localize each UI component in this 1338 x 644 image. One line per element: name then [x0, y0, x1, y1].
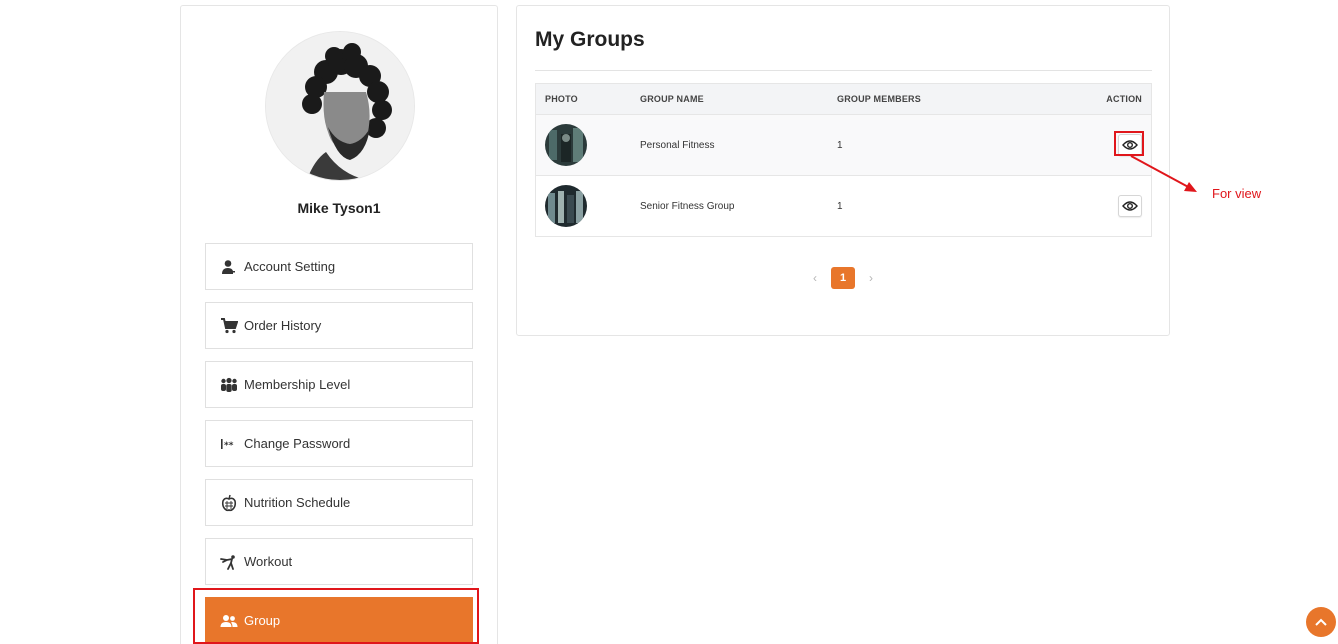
group-photo [545, 185, 587, 227]
header-group-name: GROUP NAME [640, 94, 704, 104]
header-action: ACTION [1106, 94, 1142, 104]
annotation-label: For view [1212, 186, 1262, 201]
table-header: PHOTO GROUP NAME GROUP MEMBERS ACTION [536, 84, 1151, 114]
password-icon: ** [220, 435, 238, 453]
user-icon [220, 258, 238, 276]
divider [535, 70, 1152, 71]
sidebar-item-label: Nutrition Schedule [244, 495, 351, 510]
people-group-icon [220, 376, 238, 394]
svg-text:**: ** [224, 441, 234, 451]
sidebar-item-label: Change Password [244, 436, 351, 451]
sidebar-item-label: Account Setting [244, 259, 336, 274]
sidebar-item-workout[interactable]: Workout [205, 538, 473, 585]
annotation-highlight-box [1114, 131, 1144, 156]
martial-arts-icon [220, 553, 238, 571]
sidebar-item-account-setting[interactable]: Account Setting [205, 243, 473, 290]
pagination: ‹ 1 › [517, 267, 1169, 289]
apple-icon [220, 494, 238, 512]
avatar [265, 31, 415, 181]
profile-sidebar: Mike Tyson1 Account Setting Order Histor… [180, 5, 498, 644]
group-members: 1 [837, 200, 843, 212]
group-photo [545, 124, 587, 166]
cart-icon [220, 317, 238, 335]
group-members: 1 [837, 139, 843, 151]
view-button[interactable] [1118, 195, 1142, 217]
table-row: Personal Fitness 1 [536, 114, 1151, 175]
profile-name: Mike Tyson1 [297, 200, 381, 216]
sidebar-item-label: Order History [244, 318, 322, 333]
eye-icon [1122, 201, 1138, 211]
pagination-prev[interactable]: ‹ [813, 271, 817, 285]
sidebar-item-order-history[interactable]: Order History [205, 302, 473, 349]
sidebar-item-label: Membership Level [244, 377, 351, 392]
scroll-to-top-button[interactable] [1306, 607, 1336, 637]
sidebar-item-nutrition-schedule[interactable]: Nutrition Schedule [205, 479, 473, 526]
table-row: Senior Fitness Group 1 [536, 175, 1151, 236]
header-photo: PHOTO [545, 94, 578, 104]
header-group-members: GROUP MEMBERS [837, 94, 921, 104]
pagination-next[interactable]: › [869, 271, 873, 285]
page-title: My Groups [535, 28, 645, 51]
group-name: Senior Fitness Group [640, 200, 735, 212]
pagination-page[interactable]: 1 [831, 267, 855, 289]
chevron-up-icon [1315, 618, 1327, 626]
groups-table: PHOTO GROUP NAME GROUP MEMBERS ACTION Pe… [535, 83, 1152, 237]
sidebar-item-membership-level[interactable]: Membership Level [205, 361, 473, 408]
my-groups-panel: My Groups PHOTO GROUP NAME GROUP MEMBERS… [516, 5, 1170, 336]
sidebar-item-change-password[interactable]: ** Change Password [205, 420, 473, 467]
group-name: Personal Fitness [640, 139, 715, 151]
sidebar-item-label: Workout [244, 554, 293, 569]
annotation-highlight-box [193, 588, 479, 644]
